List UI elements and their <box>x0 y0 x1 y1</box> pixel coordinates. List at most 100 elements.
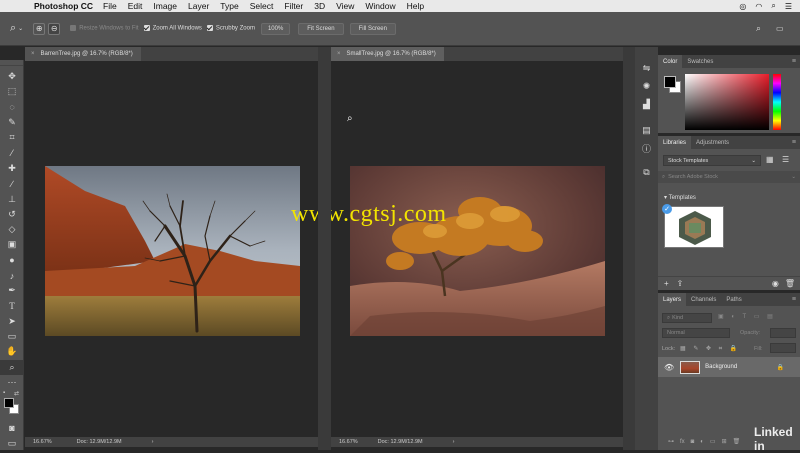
properties-panel-icon[interactable]: ▤ <box>639 123 655 137</box>
foreground-color-swatch[interactable] <box>4 398 14 409</box>
adjustment-layer-icon[interactable]: ◐ <box>700 439 704 445</box>
grid-view-icon[interactable]: ▦ <box>766 155 774 164</box>
add-icon[interactable]: + <box>664 279 669 288</box>
search-icon[interactable]: ⌕ <box>756 23 761 34</box>
menu-edit[interactable]: Edit <box>128 1 143 11</box>
fit-screen-button[interactable]: Fit Screen <box>298 22 344 35</box>
hand-tool-icon[interactable]: ✋ <box>0 344 24 359</box>
eye-icon[interactable]: 👁 <box>664 363 674 372</box>
library-select[interactable]: Stock Templates ⌄ <box>663 155 761 166</box>
new-layer-icon[interactable]: ⊞ <box>722 438 727 445</box>
templates-section-header[interactable]: ▾ Templates <box>664 194 696 201</box>
blend-mode-select[interactable]: Normal <box>662 328 730 338</box>
menu-filter[interactable]: Filter <box>284 1 303 11</box>
history-panel-icon[interactable]: ⇋ <box>639 61 655 75</box>
zoom-tool-icon[interactable]: ⌕ <box>10 22 16 35</box>
swap-colors-icon[interactable]: ⇄ <box>14 390 19 397</box>
delete-layer-icon[interactable]: 🗑 <box>733 438 741 445</box>
scrubby-zoom-option[interactable]: Scrubby Zoom <box>206 25 255 32</box>
tab-swatches[interactable]: Swatches <box>682 55 718 68</box>
zoom-in-icon[interactable]: ⊕ <box>33 22 46 35</box>
clone-stamp-tool-icon[interactable]: ⊥ <box>0 191 24 206</box>
arrange-panel-icon[interactable]: ⧉ <box>639 165 655 179</box>
quick-selection-tool-icon[interactable]: ✎ <box>0 115 24 130</box>
resize-windows-option[interactable]: Resize Windows to Fit <box>70 25 139 32</box>
more-tools-icon[interactable]: ⋯ <box>0 375 24 390</box>
histogram-icon[interactable]: ▟ <box>639 97 655 111</box>
quick-mask-icon[interactable]: ◙ <box>0 420 24 435</box>
close-icon[interactable]: × <box>31 51 35 57</box>
document-canvas-2[interactable]: ⌕ www.cgtsj.com <box>291 61 623 437</box>
info-panel-icon[interactable]: ⓘ <box>639 141 655 155</box>
default-colors-icon[interactable]: ▪ <box>3 390 5 396</box>
fill-field[interactable] <box>770 343 796 353</box>
filter-icons[interactable]: ▣ ◐ T ▭ ▤ <box>718 313 776 320</box>
panel-menu-icon[interactable]: ≡ <box>792 139 796 146</box>
tab-adjustments[interactable]: Adjustments <box>691 136 734 149</box>
gradient-tool-icon[interactable]: ▣ <box>0 237 24 252</box>
tool-preset-dropdown-icon[interactable]: ⌄ <box>18 25 23 32</box>
rectangle-tool-icon[interactable]: ▭ <box>0 329 24 344</box>
app-menu[interactable]: Photoshop CC <box>34 1 93 11</box>
history-brush-tool-icon[interactable]: ↺ <box>0 207 24 222</box>
panel-menu-icon[interactable]: ≡ <box>792 296 796 303</box>
tab-libraries[interactable]: Libraries <box>658 136 692 149</box>
status-menu-arrow-icon[interactable]: › <box>152 439 154 445</box>
upload-icon[interactable]: ⇪ <box>677 279 684 288</box>
workspace-icon[interactable]: ▭ <box>776 24 784 33</box>
resize-windows-checkbox[interactable] <box>70 25 77 32</box>
tab-color[interactable]: Color <box>658 55 683 68</box>
creative-cloud-icon[interactable]: ◎ <box>739 2 746 11</box>
crop-tool-icon[interactable]: ⌗ <box>0 130 24 145</box>
zoom-out-icon[interactable]: ⊖ <box>48 22 61 35</box>
panel-menu-icon[interactable]: ≡ <box>792 58 796 65</box>
layer-name[interactable]: Background <box>705 364 737 370</box>
menu-file[interactable]: File <box>103 1 117 11</box>
dodge-tool-icon[interactable]: ♪ <box>0 268 24 283</box>
layer-style-icon[interactable]: fx <box>680 439 685 445</box>
healing-brush-tool-icon[interactable]: ✚ <box>0 161 24 176</box>
menu-image[interactable]: Image <box>153 1 177 11</box>
close-icon[interactable]: × <box>337 51 341 57</box>
tab-layers[interactable]: Layers <box>658 293 687 306</box>
pen-tool-icon[interactable]: ✒ <box>0 283 24 298</box>
layer-kind-filter[interactable]: ⌕ Kind <box>662 313 712 323</box>
delete-icon[interactable]: 🗑 <box>785 279 795 288</box>
list-view-icon[interactable]: ☰ <box>782 155 789 164</box>
link-layers-icon[interactable]: ⊶ <box>668 438 674 445</box>
color-picker-field[interactable] <box>685 74 769 130</box>
document-tab-smalltree[interactable]: × SmallTree.jpg @ 16.7% (RGB/8*) <box>331 47 444 61</box>
type-tool-icon[interactable]: T <box>0 298 24 313</box>
brush-settings-icon[interactable]: ✺ <box>639 79 655 93</box>
spotlight-icon[interactable]: ⌕ <box>771 1 775 11</box>
blur-tool-icon[interactable]: ● <box>0 253 24 268</box>
zoom-readout[interactable]: 16.67% <box>33 439 52 445</box>
wifi-icon[interactable]: ◠ <box>755 2 762 11</box>
lock-icons[interactable]: ▦ ✎ ✥ ⌗ 🔒 <box>680 345 740 353</box>
path-selection-tool-icon[interactable]: ➤ <box>0 314 24 329</box>
stock-search-field[interactable]: ⌕ Search Adobe Stock ⌄ <box>658 171 800 183</box>
menu-select[interactable]: Select <box>250 1 274 11</box>
list-icon[interactable]: ☰ <box>785 2 792 11</box>
fill-screen-button[interactable]: Fill Screen <box>349 22 396 35</box>
zoom-readout[interactable]: 16.67% <box>339 439 358 445</box>
opacity-field[interactable] <box>770 328 796 338</box>
eraser-tool-icon[interactable]: ◇ <box>0 222 24 237</box>
menu-3d[interactable]: 3D <box>314 1 325 11</box>
document-canvas-1[interactable] <box>25 61 318 437</box>
scrubby-zoom-checkbox[interactable] <box>206 25 213 32</box>
menu-type[interactable]: Type <box>220 1 238 11</box>
cloud-sync-icon[interactable]: ◉ <box>772 279 779 288</box>
add-mask-icon[interactable]: ◙ <box>691 439 695 445</box>
menu-help[interactable]: Help <box>407 1 424 11</box>
status-menu-arrow-icon[interactable]: › <box>453 439 455 445</box>
new-group-icon[interactable]: ▭ <box>710 438 716 445</box>
menu-view[interactable]: View <box>336 1 354 11</box>
move-tool-icon[interactable]: ✥ <box>0 69 24 84</box>
menu-layer[interactable]: Layer <box>188 1 209 11</box>
screen-mode-icon[interactable]: ▭ <box>0 436 24 451</box>
tab-channels[interactable]: Channels <box>686 293 721 306</box>
document-tab-barrentree[interactable]: × BarrenTree.jpg @ 16.7% (RGB/8*) <box>25 47 141 61</box>
layer-row-background[interactable]: 👁 Background 🔒 <box>658 357 800 377</box>
zoom-100-button[interactable]: 100% <box>260 22 291 35</box>
